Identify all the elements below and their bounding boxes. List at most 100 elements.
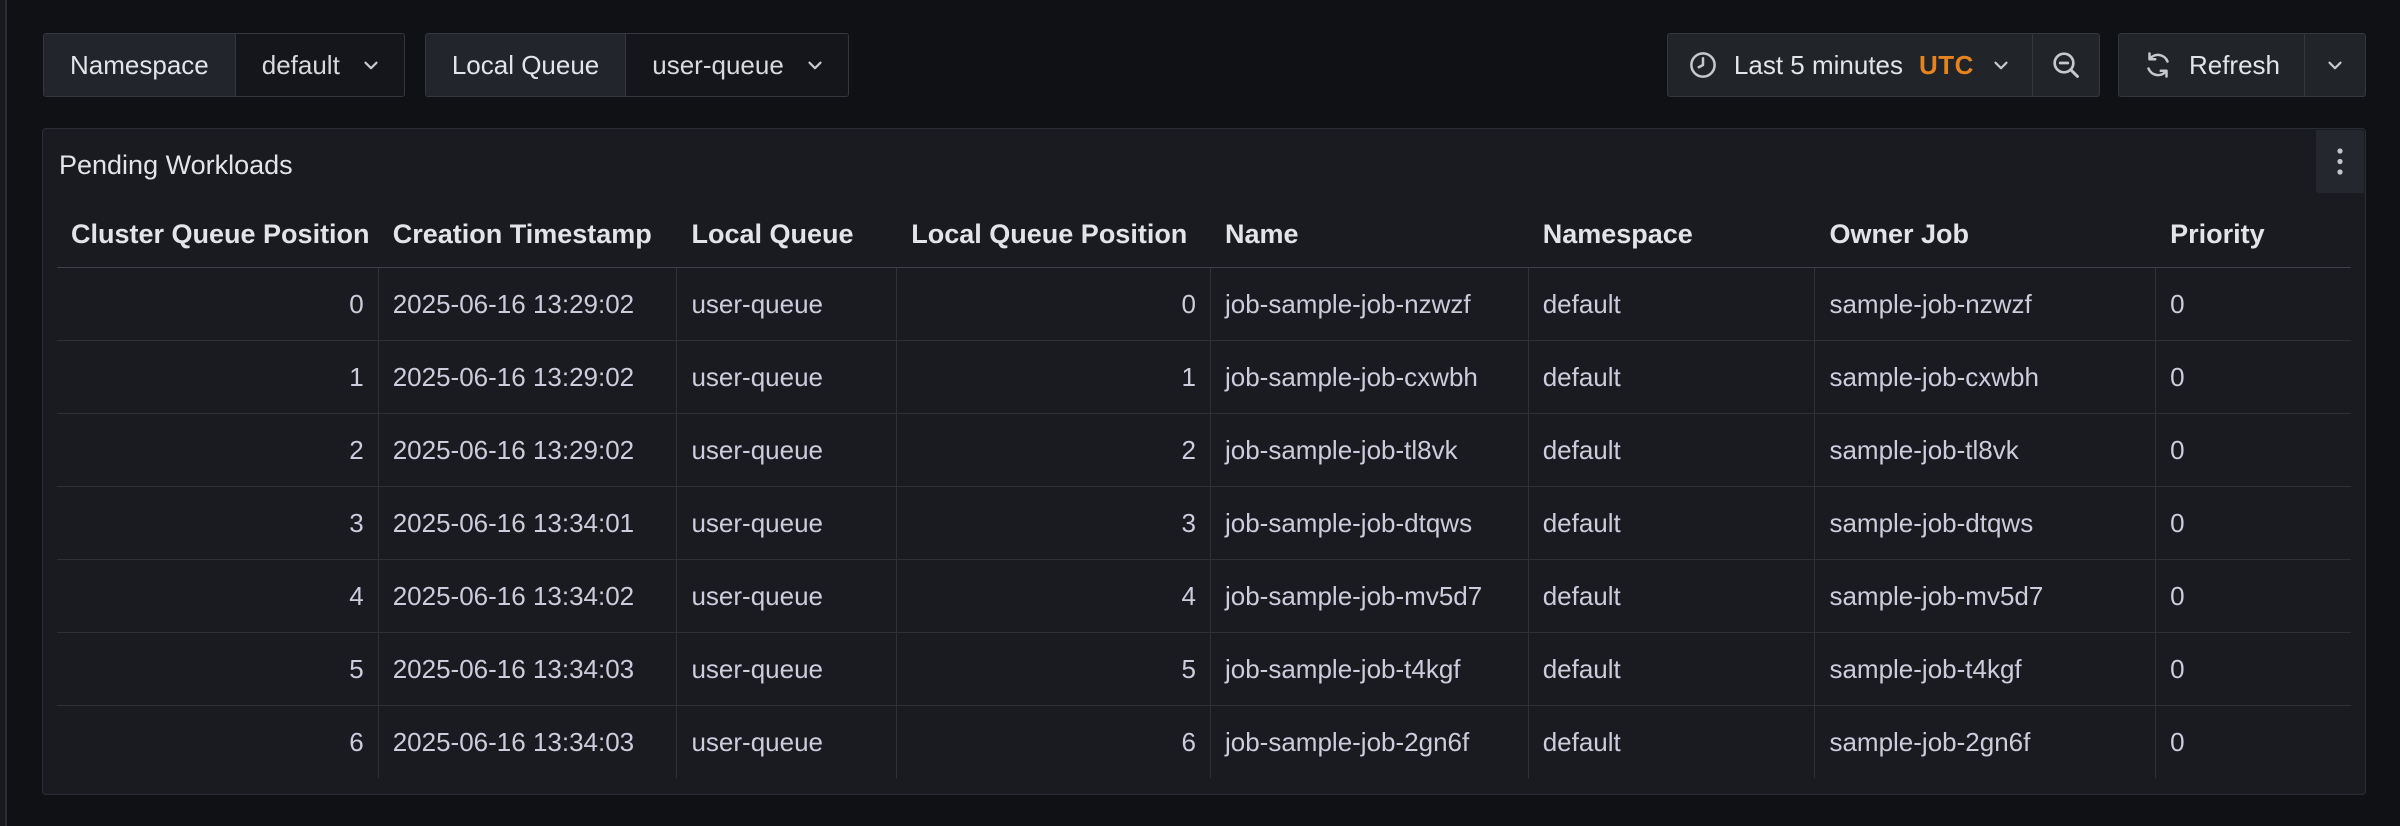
col-header-priority[interactable]: Priority — [2156, 201, 2351, 267]
panel-title: Pending Workloads — [59, 150, 293, 181]
table-row: 5 2025-06-16 13:34:03 user-queue 5 job-s… — [57, 633, 2351, 706]
variable-local-queue-value: user-queue — [652, 50, 784, 81]
cell-namespace: default — [1529, 268, 1816, 340]
cell-local-queue-position: 4 — [897, 560, 1211, 632]
table-header-row: Cluster Queue Position Creation Timestam… — [57, 201, 2351, 268]
col-header-owner-job[interactable]: Owner Job — [1815, 201, 2156, 267]
table-body: 0 2025-06-16 13:29:02 user-queue 0 job-s… — [57, 268, 2351, 778]
time-range-label: Last 5 minutes — [1734, 50, 1903, 81]
cell-local-queue-position: 3 — [897, 487, 1211, 559]
cell-priority: 0 — [2156, 706, 2351, 778]
chevron-down-icon — [1990, 54, 2012, 76]
cell-namespace: default — [1529, 560, 1816, 632]
cell-priority: 0 — [2156, 414, 2351, 486]
table-row: 1 2025-06-16 13:29:02 user-queue 1 job-s… — [57, 341, 2351, 414]
cell-creation-timestamp: 2025-06-16 13:34:01 — [379, 487, 678, 559]
cell-name: job-sample-job-t4kgf — [1211, 633, 1529, 705]
cell-namespace: default — [1529, 706, 1816, 778]
time-range-zoom-out-button[interactable] — [2033, 33, 2100, 97]
cell-priority: 0 — [2156, 487, 2351, 559]
panel-header: Pending Workloads — [43, 129, 2365, 201]
cell-local-queue-position: 0 — [897, 268, 1211, 340]
variable-namespace: Namespace default — [43, 33, 405, 97]
cell-owner-job: sample-job-tl8vk — [1815, 414, 2156, 486]
dashboard-toolbar: Namespace default Local Queue user-queue… — [43, 33, 2366, 97]
cell-local-queue: user-queue — [677, 487, 897, 559]
variable-local-queue-select[interactable]: user-queue — [626, 34, 848, 96]
window-left-edge — [0, 0, 7, 826]
col-header-local-queue[interactable]: Local Queue — [677, 201, 897, 267]
cell-creation-timestamp: 2025-06-16 13:34:03 — [379, 633, 678, 705]
cell-cluster-queue-position: 0 — [57, 268, 379, 340]
panel-menu-button[interactable] — [2316, 130, 2364, 193]
table-row: 0 2025-06-16 13:29:02 user-queue 0 job-s… — [57, 268, 2351, 341]
cell-local-queue-position: 6 — [897, 706, 1211, 778]
cell-owner-job: sample-job-dtqws — [1815, 487, 2156, 559]
cell-name: job-sample-job-cxwbh — [1211, 341, 1529, 413]
cell-priority: 0 — [2156, 341, 2351, 413]
cell-local-queue: user-queue — [677, 268, 897, 340]
cell-priority: 0 — [2156, 633, 2351, 705]
cell-cluster-queue-position: 3 — [57, 487, 379, 559]
variable-namespace-label: Namespace — [44, 34, 236, 96]
cell-local-queue: user-queue — [677, 341, 897, 413]
table-row: 2 2025-06-16 13:29:02 user-queue 2 job-s… — [57, 414, 2351, 487]
cell-namespace: default — [1529, 487, 1816, 559]
cell-name: job-sample-job-dtqws — [1211, 487, 1529, 559]
time-range-picker-button[interactable]: Last 5 minutes UTC — [1667, 33, 2033, 97]
cell-name: job-sample-job-mv5d7 — [1211, 560, 1529, 632]
timezone-label: UTC — [1919, 50, 1974, 81]
cell-owner-job: sample-job-mv5d7 — [1815, 560, 2156, 632]
variable-local-queue-label: Local Queue — [426, 34, 626, 96]
cell-owner-job: sample-job-nzwzf — [1815, 268, 2156, 340]
cell-local-queue-position: 5 — [897, 633, 1211, 705]
cell-namespace: default — [1529, 633, 1816, 705]
cell-creation-timestamp: 2025-06-16 13:29:02 — [379, 268, 678, 340]
cell-local-queue-position: 1 — [897, 341, 1211, 413]
cell-cluster-queue-position: 5 — [57, 633, 379, 705]
refresh-sync-icon — [2143, 50, 2173, 80]
table-row: 6 2025-06-16 13:34:03 user-queue 6 job-s… — [57, 706, 2351, 778]
kebab-menu-icon — [2335, 146, 2345, 178]
cell-name: job-sample-job-2gn6f — [1211, 706, 1529, 778]
cell-namespace: default — [1529, 414, 1816, 486]
refresh-button-label: Refresh — [2189, 50, 2280, 81]
cell-name: job-sample-job-tl8vk — [1211, 414, 1529, 486]
cell-name: job-sample-job-nzwzf — [1211, 268, 1529, 340]
col-header-namespace[interactable]: Namespace — [1529, 201, 1816, 267]
cell-local-queue: user-queue — [677, 560, 897, 632]
chevron-down-icon — [804, 54, 826, 76]
cell-creation-timestamp: 2025-06-16 13:29:02 — [379, 341, 678, 413]
cell-owner-job: sample-job-cxwbh — [1815, 341, 2156, 413]
toolbar-spacer — [869, 33, 1667, 97]
cell-creation-timestamp: 2025-06-16 13:34:02 — [379, 560, 678, 632]
col-header-name[interactable]: Name — [1211, 201, 1529, 267]
cell-cluster-queue-position: 4 — [57, 560, 379, 632]
variable-namespace-select[interactable]: default — [236, 34, 404, 96]
col-header-local-queue-position[interactable]: Local Queue Position — [897, 201, 1211, 267]
cell-cluster-queue-position: 6 — [57, 706, 379, 778]
magnifier-zoom-out-icon — [2050, 49, 2082, 81]
refresh-interval-dropdown[interactable] — [2304, 33, 2366, 97]
col-header-creation-timestamp[interactable]: Creation Timestamp — [379, 201, 678, 267]
variable-namespace-value: default — [262, 50, 340, 81]
col-header-cluster-queue-position[interactable]: Cluster Queue Position — [57, 201, 379, 267]
cell-priority: 0 — [2156, 560, 2351, 632]
cell-creation-timestamp: 2025-06-16 13:29:02 — [379, 414, 678, 486]
refresh-button[interactable]: Refresh — [2118, 33, 2305, 97]
cell-cluster-queue-position: 1 — [57, 341, 379, 413]
pending-workloads-panel: Pending Workloads Cluster Queue Position… — [42, 128, 2366, 795]
chevron-down-icon — [360, 54, 382, 76]
variable-local-queue: Local Queue user-queue — [425, 33, 849, 97]
cell-priority: 0 — [2156, 268, 2351, 340]
cell-cluster-queue-position: 2 — [57, 414, 379, 486]
cell-owner-job: sample-job-t4kgf — [1815, 633, 2156, 705]
table-row: 3 2025-06-16 13:34:01 user-queue 3 job-s… — [57, 487, 2351, 560]
clock-icon — [1688, 50, 1718, 80]
cell-local-queue-position: 2 — [897, 414, 1211, 486]
table-row: 4 2025-06-16 13:34:02 user-queue 4 job-s… — [57, 560, 2351, 633]
cell-local-queue: user-queue — [677, 633, 897, 705]
cell-owner-job: sample-job-2gn6f — [1815, 706, 2156, 778]
cell-namespace: default — [1529, 341, 1816, 413]
pending-workloads-table: Cluster Queue Position Creation Timestam… — [57, 201, 2351, 778]
